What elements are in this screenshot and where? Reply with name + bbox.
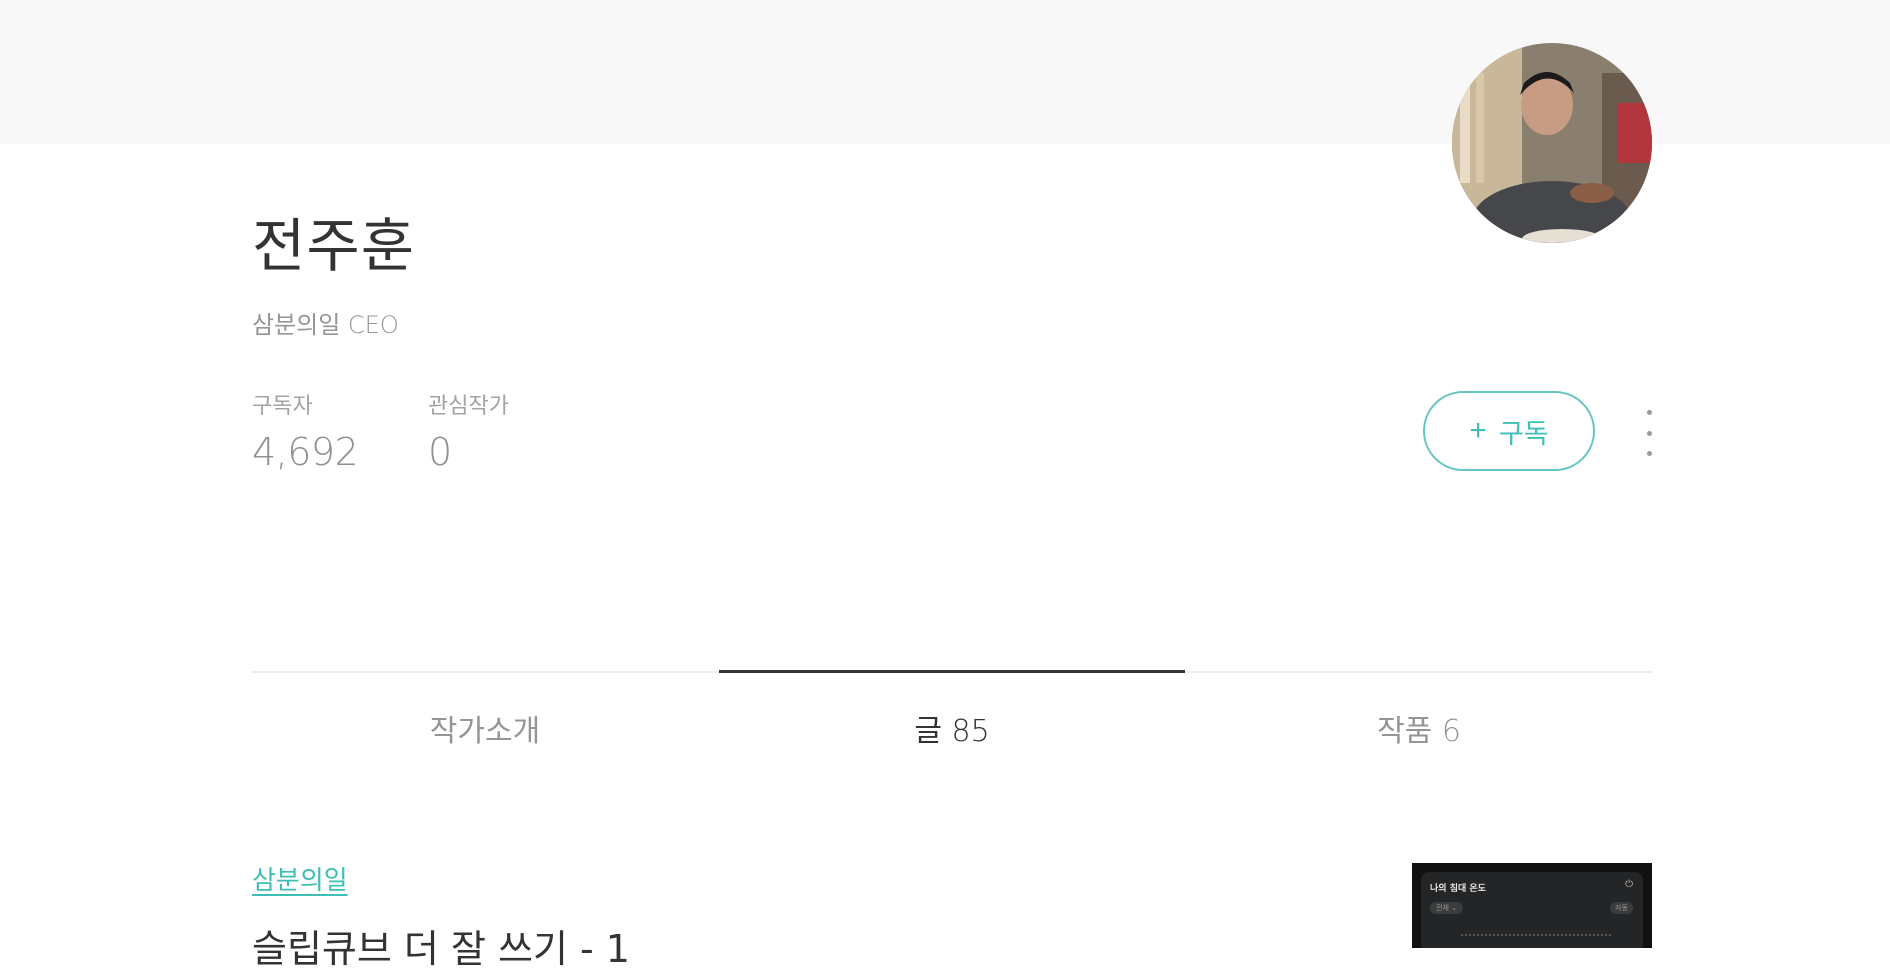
- author-name: 전주훈: [252, 212, 416, 280]
- more-vertical-icon[interactable]: [1636, 410, 1662, 456]
- power-icon: ⏻: [1625, 879, 1633, 890]
- subscribers-label: 구독자: [252, 394, 313, 419]
- post-title[interactable]: 슬립큐브 더 잘 쓰기 - 1: [252, 918, 630, 973]
- tab-intro[interactable]: 작가소개: [252, 706, 718, 750]
- tab-posts[interactable]: 글 85: [719, 706, 1185, 750]
- avatar-photo-icon: [1452, 43, 1652, 243]
- thumbnail-slider: [1461, 934, 1611, 936]
- thumbnail-auto-badge: 자동: [1610, 902, 1633, 914]
- profile-avatar[interactable]: [1452, 43, 1652, 243]
- following-label: 관심작가: [428, 394, 509, 419]
- following-count[interactable]: 0: [428, 430, 509, 474]
- following-stat[interactable]: 관심작가 0: [428, 388, 509, 474]
- subscribe-button[interactable]: + 구독: [1423, 391, 1595, 471]
- more-dot: [1646, 451, 1652, 456]
- thumbnail-chip: 전체 ⌄: [1430, 902, 1463, 914]
- subscribe-label: 구독: [1498, 418, 1549, 449]
- plus-icon: +: [1469, 414, 1487, 447]
- tab-active-indicator: [719, 670, 1185, 673]
- post-thumbnail[interactable]: 나의 침대 온도 ⏻ 전체 ⌄ 자동: [1412, 863, 1652, 948]
- author-job: 삼분의일 CEO: [252, 311, 399, 339]
- more-dot: [1646, 410, 1652, 415]
- more-dot: [1646, 430, 1652, 436]
- subscribers-stat[interactable]: 구독자 4,692: [252, 388, 359, 474]
- tab-works[interactable]: 작품 6: [1186, 706, 1652, 750]
- thumbnail-title: 나의 침대 온도: [1430, 884, 1486, 894]
- thumbnail-app-card: 나의 침대 온도 ⏻ 전체 ⌄ 자동: [1421, 872, 1643, 948]
- subscribers-count[interactable]: 4,692: [252, 430, 359, 474]
- post-category-link[interactable]: 삼분의일: [252, 860, 348, 897]
